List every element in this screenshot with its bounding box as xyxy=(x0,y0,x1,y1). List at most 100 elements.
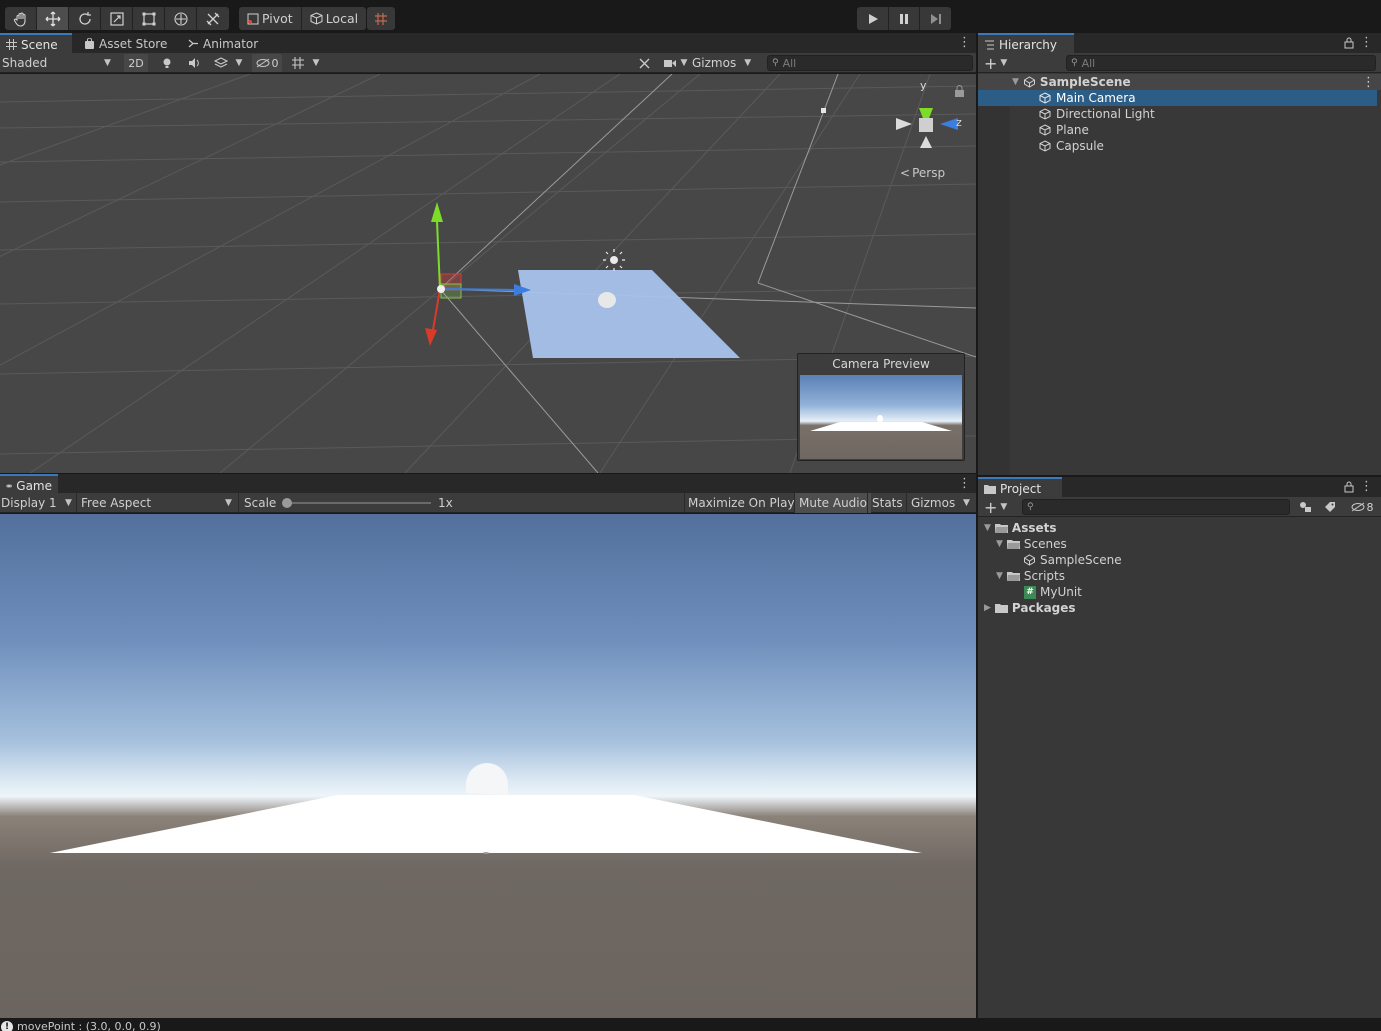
project-tree: ▼ Assets ▼ Scenes SampleScene ▼ Scripts … xyxy=(978,520,1381,1018)
hidden-packages-toggle[interactable]: 8 xyxy=(1346,498,1378,516)
play-icon[interactable] xyxy=(857,7,889,30)
hierarchy-item-label: Plane xyxy=(1056,123,1089,137)
stats-toggle[interactable]: Stats xyxy=(867,493,907,513)
aspect-label: Free Aspect xyxy=(81,496,152,510)
project-item-packages[interactable]: ▶ Packages xyxy=(978,600,1076,616)
project-item-scripts[interactable]: ▼ Scripts xyxy=(978,568,1065,584)
tab-hierarchy[interactable]: Hierarchy xyxy=(978,33,1074,54)
scripts-folder-label: Scripts xyxy=(1023,569,1065,583)
scale-label: Scale xyxy=(244,496,277,510)
project-menu-icon[interactable]: ⋮ xyxy=(1360,480,1373,494)
display-dropdown[interactable]: Display 1 ▼ xyxy=(1,493,73,513)
scene-tab-strip: Scene Asset Store Animator ⋮ xyxy=(0,33,976,54)
scene-row[interactable]: ▼ SampleScene ⋮ xyxy=(978,74,1381,90)
chevron-down-icon: ▼ xyxy=(996,571,1003,581)
project-item-myunit[interactable]: # MyUnit xyxy=(978,584,1082,600)
audio-icon[interactable] xyxy=(185,54,203,72)
project-item-scenes[interactable]: ▼ Scenes xyxy=(978,536,1067,552)
hierarchy-search-input[interactable]: ⚲ All xyxy=(1066,55,1376,71)
rotate-tool-icon[interactable] xyxy=(69,7,101,30)
hierarchy-item-capsule[interactable]: Capsule xyxy=(978,138,1104,154)
gamepad-icon xyxy=(6,484,12,487)
pause-icon[interactable] xyxy=(889,7,920,30)
chevron-down-icon: ▼ xyxy=(963,498,970,508)
lock-icon[interactable] xyxy=(1344,481,1354,493)
search-icon: ⚲ xyxy=(772,58,779,68)
create-dropdown[interactable]: + ▼ xyxy=(984,53,1007,73)
search-by-type-icon[interactable] xyxy=(1296,498,1314,516)
hierarchy-item-directional-light[interactable]: Directional Light xyxy=(978,106,1155,122)
camera-dropdown[interactable]: ▼ xyxy=(660,54,690,72)
local-button[interactable]: Local xyxy=(302,7,366,30)
hierarchy-item-main-camera[interactable]: Main Camera xyxy=(978,90,1377,106)
game-tab-strip: Game ⋮ xyxy=(0,474,976,495)
projection-toggle[interactable]: < Persp xyxy=(900,166,945,180)
game-gizmos-button[interactable]: Gizmos ▼ xyxy=(906,493,976,513)
grid-snap-icon[interactable] xyxy=(367,7,395,30)
grid-icon xyxy=(6,39,17,50)
hand-tool-icon[interactable] xyxy=(5,7,37,30)
tab-animator[interactable]: Animator xyxy=(182,33,264,54)
tab-scene[interactable]: Scene xyxy=(0,33,72,54)
scene-menu-icon[interactable]: ⋮ xyxy=(958,36,971,50)
capsule-object[interactable] xyxy=(598,292,616,308)
search-by-label-icon[interactable] xyxy=(1321,498,1339,516)
tab-game[interactable]: Game xyxy=(0,474,58,495)
grid-dropdown[interactable]: ▼ xyxy=(285,54,325,72)
project-hidden-count: 8 xyxy=(1366,500,1374,514)
aspect-dropdown[interactable]: Free Aspect ▼ xyxy=(76,493,236,513)
move-gizmo[interactable] xyxy=(425,202,531,346)
gameobject-icon xyxy=(1039,92,1051,104)
unity-scene-icon xyxy=(1024,554,1035,566)
project-item-samplescene[interactable]: SampleScene xyxy=(978,552,1122,568)
play-controls xyxy=(857,7,951,30)
project-search-input[interactable]: ⚲ xyxy=(1022,499,1290,515)
scene-search-input[interactable]: ⚲ All xyxy=(767,55,973,71)
project-create-dropdown[interactable]: + ▼ xyxy=(984,497,1007,517)
move-tool-icon[interactable] xyxy=(37,7,69,30)
chevron-down-icon: ▼ xyxy=(1000,502,1008,512)
game-view[interactable] xyxy=(0,514,976,1018)
scale-slider-thumb[interactable] xyxy=(282,498,292,508)
custom-tool-icon[interactable] xyxy=(197,7,229,30)
scale-tool-icon[interactable] xyxy=(101,7,133,30)
lighting-icon[interactable] xyxy=(158,54,176,72)
step-icon[interactable] xyxy=(920,7,951,30)
scene-row-menu-icon[interactable]: ⋮ xyxy=(1362,75,1375,90)
draw-mode-dropdown[interactable]: Shaded ▼ xyxy=(2,53,114,73)
directional-light-icon[interactable] xyxy=(603,249,625,271)
projection-label: Persp xyxy=(912,166,946,180)
lock-icon[interactable] xyxy=(955,85,964,98)
mode-2d-button[interactable]: 2D xyxy=(124,54,148,72)
scale-slider-track[interactable] xyxy=(287,502,431,504)
transform-tool-icon[interactable] xyxy=(165,7,197,30)
mute-audio-toggle[interactable]: Mute Audio xyxy=(794,493,871,513)
effects-dropdown[interactable]: ▼ xyxy=(210,54,246,72)
game-menu-icon[interactable]: ⋮ xyxy=(958,477,971,491)
scene-viewport[interactable]: y z < Persp Camera Preview xyxy=(0,74,976,473)
transform-tools xyxy=(5,7,229,30)
lock-icon[interactable] xyxy=(1344,37,1354,49)
gizmos-button[interactable]: Gizmos ▼ xyxy=(692,53,751,73)
hierarchy-menu-icon[interactable]: ⋮ xyxy=(1360,36,1373,50)
pivot-button[interactable]: Pivot xyxy=(239,7,302,30)
project-item-assets[interactable]: ▼ Assets xyxy=(978,520,1057,536)
game-window: Game ⋮ Display 1 ▼ Free Aspect ▼ Scale 1… xyxy=(0,474,976,1018)
game-toolbar: Display 1 ▼ Free Aspect ▼ Scale 1x Maxim… xyxy=(0,493,976,513)
plane-object[interactable] xyxy=(518,270,740,358)
maximize-on-play-toggle[interactable]: Maximize On Play xyxy=(684,493,798,513)
hidden-objects-toggle[interactable]: 0 xyxy=(252,54,282,72)
status-bar[interactable]: ! movePoint : (3.0, 0.0, 0.9) xyxy=(0,1018,1381,1031)
pivot-icon xyxy=(247,13,259,24)
tab-project[interactable]: Project xyxy=(978,477,1062,498)
hierarchy-item-plane[interactable]: Plane xyxy=(978,122,1089,138)
scale-value: 1x xyxy=(438,496,453,510)
chevron-down-icon: ▼ xyxy=(225,498,232,508)
tools-icon[interactable] xyxy=(634,54,654,72)
folder-icon xyxy=(994,603,1008,613)
plus-icon: + xyxy=(984,53,998,73)
unity-scene-icon xyxy=(1023,76,1035,88)
rect-tool-icon[interactable] xyxy=(133,7,165,30)
tab-asset-store[interactable]: Asset Store xyxy=(78,33,173,54)
chevron-down-icon: ▼ xyxy=(312,58,320,68)
